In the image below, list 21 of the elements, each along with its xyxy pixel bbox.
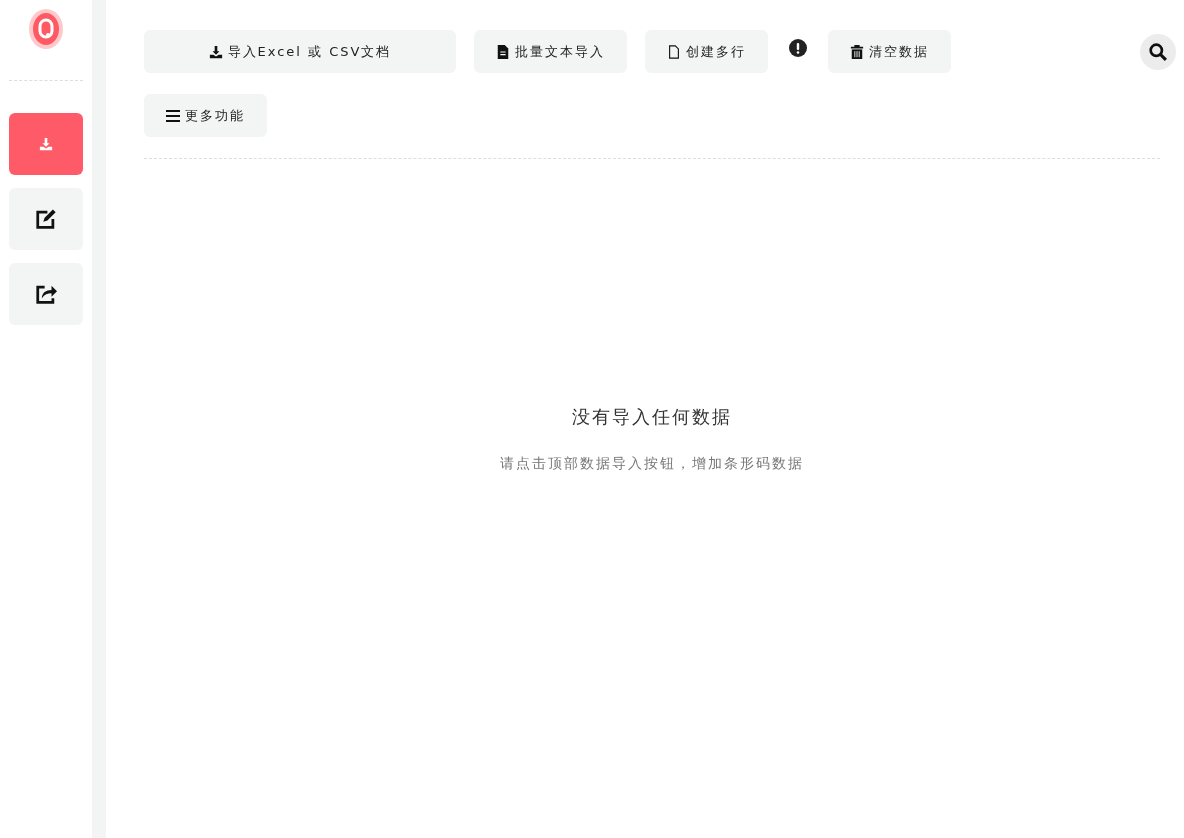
toolbar-button[interactable]: 导入Excel 或 CSV文档 <box>144 30 456 73</box>
file-icon <box>496 44 510 59</box>
toolbar-button[interactable]: 创建多行 <box>645 30 768 73</box>
file-icon <box>667 44 681 59</box>
share-icon <box>35 283 57 305</box>
download-icon <box>208 44 223 59</box>
trash-icon <box>850 44 864 59</box>
toolbar-button[interactable]: 更多功能 <box>144 94 267 137</box>
empty-subtitle: 请点击顶部数据导入按钮，增加条形码数据 <box>500 455 804 473</box>
search-button[interactable] <box>1140 33 1176 70</box>
empty-title: 没有导入任何数据 <box>572 405 732 429</box>
download-icon <box>39 137 53 151</box>
edit-icon <box>35 208 57 230</box>
menu-icon <box>166 108 180 123</box>
toolbar-button[interactable]: 批量文本导入 <box>474 30 627 73</box>
search-icon <box>1149 42 1167 61</box>
sidebar-item[interactable] <box>9 188 83 250</box>
toolbar-button[interactable]: 清空数据 <box>828 30 951 73</box>
logo-icon <box>28 8 64 50</box>
sidebar-item[interactable] <box>9 263 83 325</box>
info-icon[interactable] <box>789 38 807 57</box>
